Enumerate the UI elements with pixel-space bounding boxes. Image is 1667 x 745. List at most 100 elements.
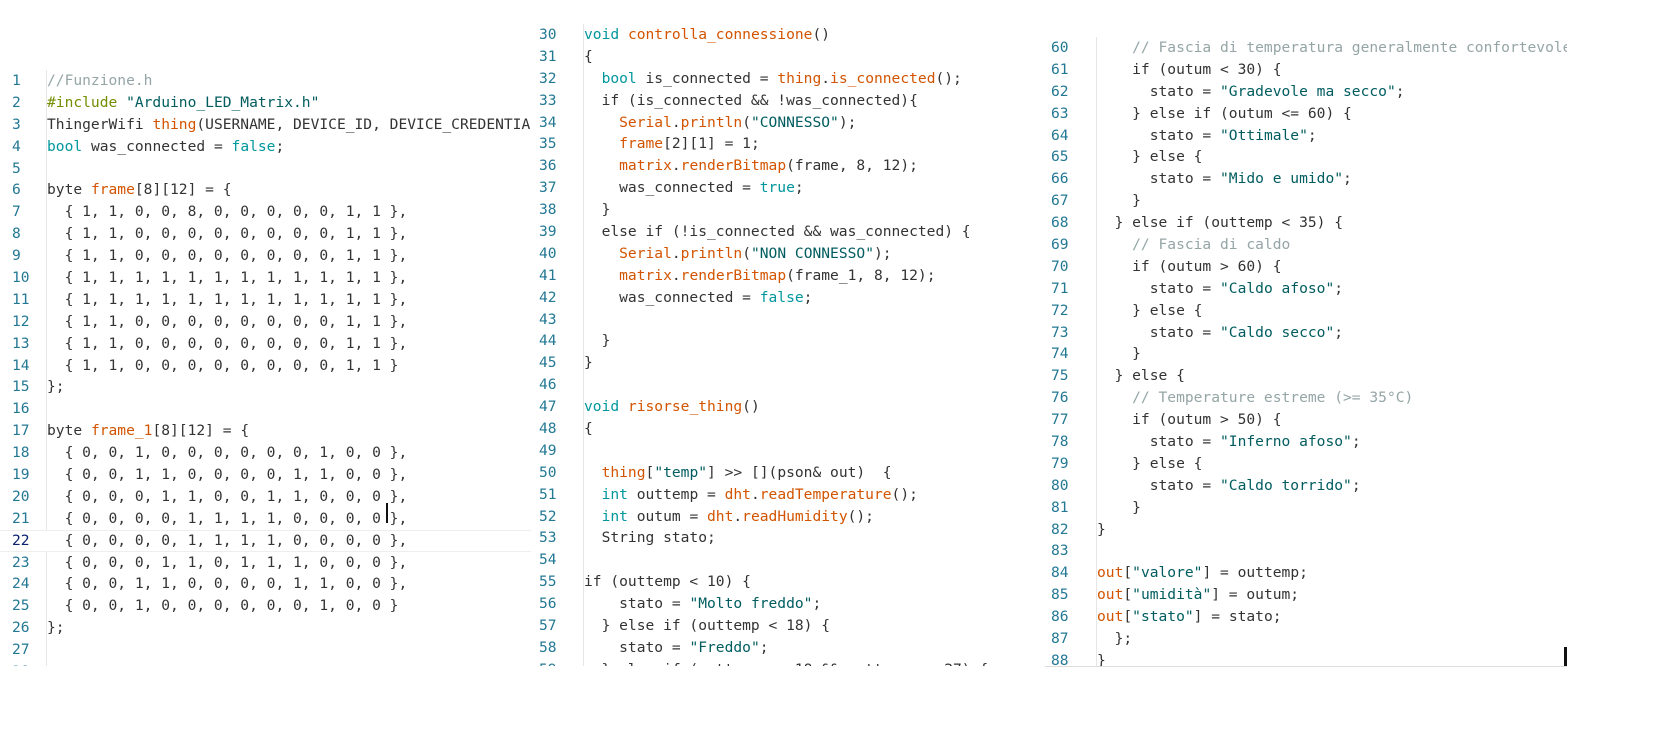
code-line[interactable]: 82} (1045, 519, 1567, 541)
code-text[interactable]: } (1097, 497, 1141, 519)
code-line[interactable]: 9 { 1, 1, 0, 0, 0, 0, 0, 0, 0, 0, 1, 1 }… (0, 245, 531, 267)
code-line[interactable]: 78 stato = "Inferno afoso"; (1045, 431, 1567, 453)
code-text[interactable]: { 1, 1, 1, 1, 1, 1, 1, 1, 1, 1, 1, 1 }, (47, 267, 408, 289)
code-text[interactable]: } else { (1097, 146, 1202, 168)
code-line[interactable]: 38 } (531, 199, 1045, 221)
code-text[interactable]: Serial.println("NON CONNESSO"); (584, 243, 891, 265)
code-line[interactable]: 35 frame[2][1] = 1; (531, 133, 1045, 155)
code-text[interactable]: bool was_connected = false; (47, 136, 284, 158)
code-line[interactable]: 14 { 1, 1, 0, 0, 0, 0, 0, 0, 0, 0, 1, 1 … (0, 355, 531, 377)
code-line[interactable]: 2 #include "Arduino_LED_Matrix.h" (0, 92, 531, 114)
code-text[interactable]: stato = "Caldo torrido"; (1097, 475, 1361, 497)
code-line[interactable]: 34 Serial.println("CONNESSO"); (531, 112, 1045, 134)
code-text[interactable]: int outtemp = dht.readTemperature(); (584, 484, 918, 506)
code-line[interactable]: 81 } (1045, 497, 1567, 519)
code-line[interactable]: 6 byte frame[8][12] = { (0, 179, 531, 201)
code-text[interactable]: stato = "Mido e umido"; (1097, 168, 1352, 190)
code-text[interactable]: // Temperature estreme (>= 35°C) (1097, 387, 1413, 409)
code-line[interactable]: 64 stato = "Ottimale"; (1045, 125, 1567, 147)
code-text[interactable]: }; (1097, 628, 1133, 650)
code-line[interactable]: 17 byte frame_1[8][12] = { (0, 420, 531, 442)
code-line[interactable]: 46 (531, 374, 1045, 396)
code-line[interactable]: 44 } (531, 330, 1045, 352)
code-line[interactable]: 72 } else { (1045, 300, 1567, 322)
code-line[interactable]: 77 if (outum > 50) { (1045, 409, 1567, 431)
code-text[interactable]: thing["temp"] >> [](pson& out) { (584, 462, 892, 484)
code-line[interactable]: 8 { 1, 1, 0, 0, 0, 0, 0, 0, 0, 0, 1, 1 }… (0, 223, 531, 245)
code-line[interactable]: 59 } else if (outtemp >= 18 && outtemp <… (531, 659, 1045, 666)
code-line[interactable]: 12 { 1, 1, 0, 0, 0, 0, 0, 0, 0, 0, 1, 1 … (0, 311, 531, 333)
code-text[interactable]: }; (47, 617, 65, 639)
code-line[interactable]: 26}; (0, 617, 531, 639)
code-line[interactable]: 43 (531, 309, 1045, 331)
code-line[interactable]: 53 String stato; (531, 527, 1045, 549)
code-line[interactable]: 71 stato = "Caldo afoso"; (1045, 278, 1567, 300)
code-line[interactable]: 54 (531, 549, 1045, 571)
code-text[interactable]: frame[2][1] = 1; (584, 133, 760, 155)
code-text[interactable]: out["umidità"] = outum; (1097, 584, 1299, 606)
code-line[interactable]: 56 stato = "Molto freddo"; (531, 593, 1045, 615)
code-text[interactable]: { 0, 0, 1, 0, 0, 0, 0, 0, 0, 1, 0, 0 }, (47, 442, 408, 464)
code-line[interactable]: 76 // Temperature estreme (>= 35°C) (1045, 387, 1567, 409)
code-lines[interactable]: 60 // Fascia di temperatura generalmente… (1045, 37, 1567, 667)
code-text[interactable]: { 1, 1, 0, 0, 0, 0, 0, 0, 0, 0, 1, 1 }, (47, 245, 408, 267)
code-line[interactable]: 51 int outtemp = dht.readTemperature(); (531, 484, 1045, 506)
code-text[interactable]: was_connected = true; (584, 177, 804, 199)
code-line[interactable]: 5 (0, 158, 531, 180)
code-text[interactable]: { 0, 0, 1, 1, 0, 0, 0, 0, 1, 1, 0, 0 }, (47, 464, 408, 486)
code-lines[interactable]: 1 //Funzione.h 2 #include "Arduino_LED_Matr… (0, 70, 531, 666)
code-text[interactable]: } (1097, 519, 1106, 541)
code-line[interactable]: 15}; (0, 376, 531, 398)
code-line[interactable]: 11 { 1, 1, 1, 1, 1, 1, 1, 1, 1, 1, 1, 1 … (0, 289, 531, 311)
code-text[interactable]: { 0, 0, 0, 1, 1, 0, 1, 1, 1, 0, 0, 0 }, (47, 552, 408, 574)
code-line[interactable]: 28 (0, 661, 531, 666)
code-text[interactable]: } else if (outtemp < 35) { (1097, 212, 1343, 234)
code-pane-funzione-h[interactable]: 1 //Funzione.h 2 #include "Arduino_LED_Matr… (0, 70, 531, 666)
code-line[interactable]: 16 (0, 398, 531, 420)
code-line[interactable]: 58 stato = "Freddo"; (531, 637, 1045, 659)
code-text[interactable]: // Fascia di temperatura generalmente co… (1097, 37, 1567, 59)
code-text[interactable]: { (584, 46, 593, 68)
code-line[interactable]: 39 else if (!is_connected && was_connect… (531, 221, 1045, 243)
code-text[interactable]: } else { (1097, 365, 1185, 387)
code-text[interactable]: } (584, 352, 593, 374)
code-text[interactable]: { 1, 1, 0, 0, 0, 0, 0, 0, 0, 0, 1, 1 }, (47, 311, 408, 333)
code-text[interactable]: } (1097, 650, 1106, 667)
code-line[interactable]: 25 { 0, 0, 1, 0, 0, 0, 0, 0, 0, 1, 0, 0 … (0, 595, 531, 617)
code-text[interactable]: { (584, 418, 593, 440)
code-line[interactable]: 74 } (1045, 343, 1567, 365)
code-line[interactable]: 30 void controlla_connessione() (531, 24, 1045, 46)
code-line[interactable]: 22 { 0, 0, 0, 0, 1, 1, 1, 1, 0, 0, 0, 0 … (0, 529, 531, 552)
code-line[interactable]: 18 { 0, 0, 1, 0, 0, 0, 0, 0, 0, 1, 0, 0 … (0, 442, 531, 464)
code-text[interactable]: void controlla_connessione() (584, 24, 830, 46)
code-text[interactable]: } (1097, 190, 1141, 212)
code-line[interactable]: 47 void risorse_thing() (531, 396, 1045, 418)
code-text[interactable]: { 1, 1, 0, 0, 8, 0, 0, 0, 0, 0, 1, 1 }, (47, 201, 408, 223)
code-line[interactable]: 48 { (531, 418, 1045, 440)
code-line[interactable]: 61 if (outum < 30) { (1045, 59, 1567, 81)
code-line[interactable]: 65 } else { (1045, 146, 1567, 168)
code-text[interactable]: }; (47, 376, 65, 398)
code-line[interactable]: 73 stato = "Caldo secco"; (1045, 322, 1567, 344)
code-line[interactable]: 83 (1045, 540, 1567, 562)
code-line[interactable]: 42 was_connected = false; (531, 287, 1045, 309)
code-text[interactable]: { 1, 1, 0, 0, 0, 0, 0, 0, 0, 0, 1, 1 } (47, 355, 399, 377)
code-text[interactable]: { 0, 0, 0, 0, 1, 1, 1, 1, 0, 0, 0, 0 }, (47, 530, 408, 552)
code-text[interactable]: int outum = dht.readHumidity(); (584, 506, 874, 528)
code-text[interactable]: stato = "Caldo afoso"; (1097, 278, 1343, 300)
code-text[interactable]: Serial.println("CONNESSO"); (584, 112, 856, 134)
code-line[interactable]: 23 { 0, 0, 0, 1, 1, 0, 1, 1, 1, 0, 0, 0 … (0, 552, 531, 574)
code-text[interactable]: } (1097, 343, 1141, 365)
code-line[interactable]: 66 stato = "Mido e umido"; (1045, 168, 1567, 190)
code-line[interactable]: 85 out["umidità"] = outum; (1045, 584, 1567, 606)
code-text[interactable]: stato = "Caldo secco"; (1097, 322, 1343, 344)
code-line[interactable]: 50 thing["temp"] >> [](pson& out) { (531, 462, 1045, 484)
code-line[interactable]: 13 { 1, 1, 0, 0, 0, 0, 0, 0, 0, 0, 1, 1 … (0, 333, 531, 355)
code-text[interactable]: matrix.renderBitmap(frame_1, 8, 12); (584, 265, 935, 287)
code-text[interactable]: #include "Arduino_LED_Matrix.h" (47, 92, 319, 114)
code-line[interactable]: 41 matrix.renderBitmap(frame_1, 8, 12); (531, 265, 1045, 287)
code-line[interactable]: 21 { 0, 0, 0, 0, 1, 1, 1, 1, 0, 0, 0, 0 … (0, 508, 531, 530)
code-text[interactable]: //Funzione.h (47, 70, 152, 92)
code-text[interactable]: if (outum < 30) { (1097, 59, 1281, 81)
code-text[interactable]: String stato; (584, 527, 716, 549)
